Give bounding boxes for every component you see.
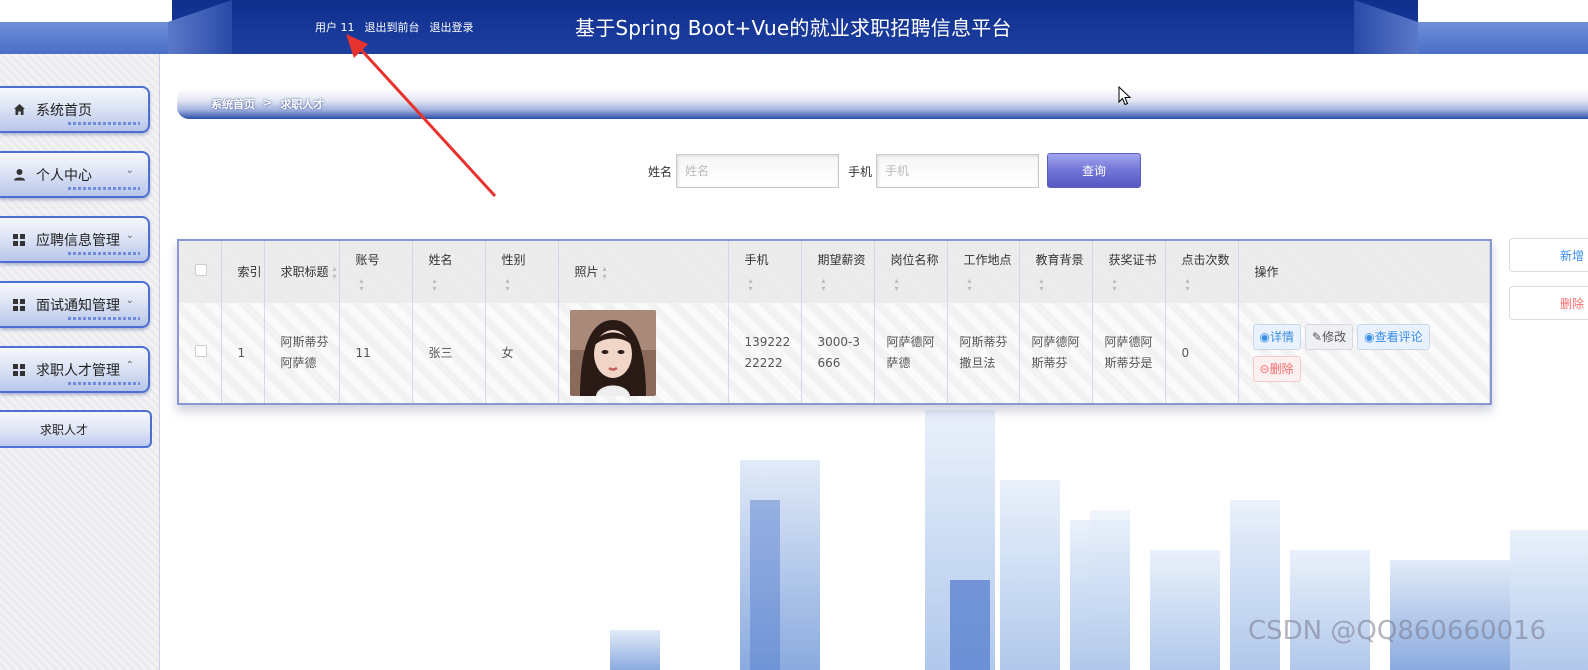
select-all-checkbox[interactable] [195,264,207,276]
cell-clicks: 0 [1165,303,1239,403]
breadcrumb: 系统首页 > 求职人才 [211,96,324,112]
sidebar-item-label: 系统首页 [36,102,92,119]
eye-icon: ◉ [1364,330,1375,344]
column-header-name[interactable]: 姓名 ▴ ▾ [412,241,486,303]
breadcrumb-separator: > [263,96,273,109]
grid-icon [12,363,26,377]
sidebar-item-home[interactable]: 系统首页 [0,86,150,133]
annotation-arrow-icon [346,34,497,198]
column-header-position[interactable]: 岗位名称▴ ▾ [874,241,948,303]
batch-delete-button[interactable]: 删除 [1509,286,1588,320]
mouse-cursor-icon [1118,86,1132,106]
sort-icon: ▴ ▾ [359,275,364,293]
row-checkbox[interactable] [195,344,207,357]
add-button[interactable]: 新增 [1509,238,1588,272]
cell-education: 阿萨德阿斯蒂芬 [1019,303,1093,403]
sidebar-item-label: 应聘信息管理 [36,232,120,249]
sidebar-subitem-talent[interactable]: 求职人才 [0,410,152,448]
column-header-photo[interactable]: 照片 ▴ ▾ [558,241,729,303]
app-title: 基于Spring Boot+Vue的就业求职招聘信息平台 [575,16,1012,40]
row-select-cell[interactable] [179,303,222,403]
detail-button[interactable]: ◉详情 [1252,324,1301,350]
sort-icon: ▴ ▾ [748,275,753,293]
person-icon [12,168,26,182]
pencil-icon: ✎ [1312,330,1323,344]
sort-icon: ▴ ▾ [894,275,899,293]
sort-icon: ▴ ▾ [1112,275,1117,293]
sidebar-item-talent-management[interactable]: 求职人才管理 ⌃ [0,346,150,393]
grid-icon [12,298,26,312]
cell-location: 阿斯蒂芬撒旦法 [947,303,1020,403]
table-row: 1 阿斯蒂芬阿萨德 11 张三 女 13922222222 3000-3666 … [179,303,1490,403]
column-header-clicks[interactable]: 点击次数▴ ▾ [1165,241,1239,303]
phone-search-input[interactable] [876,154,1039,188]
sidebar-item-label: 个人中心 [36,167,92,184]
cell-photo [558,303,729,403]
chevron-down-icon: ⌄ [125,230,134,241]
home-icon [12,103,26,117]
select-all-cell[interactable] [179,241,222,303]
row-delete-button[interactable]: ⊝删除 [1252,356,1301,382]
sort-icon: ▴ ▾ [1185,275,1190,293]
cell-phone: 13922222222 [728,303,802,403]
cell-actions: ◉详情 ✎修改 ◉查看评论 ⊝删除 [1238,303,1490,403]
talent-table: 索引 求职标题 ▴ ▾ 账号 ▴ ▾ 姓名 ▴ ▾ 性别 ▴ ▾ 照片 ▴ ▾ 手机 ▴ ▾ 期望薪资▴… [177,239,1492,405]
column-header-salary[interactable]: 期望薪资▴ ▾ [801,241,875,303]
name-search-label: 姓名 [648,165,673,179]
edit-button[interactable]: ✎修改 [1305,324,1354,350]
column-header-account[interactable]: 账号 ▴ ▾ [339,241,413,303]
column-header-education[interactable]: 教育背景▴ ▾ [1019,241,1093,303]
sort-icon: ▴ ▾ [432,275,437,293]
sidebar-item-interview-management[interactable]: 面试通知管理 ⌄ [0,281,150,328]
cell-salary: 3000-3666 [801,303,875,403]
table-header-row: 索引 求职标题 ▴ ▾ 账号 ▴ ▾ 姓名 ▴ ▾ 性别 ▴ ▾ 照片 ▴ ▾ 手机 ▴ ▾ 期望薪资▴… [179,241,1490,303]
column-header-actions: 操作 [1238,241,1490,303]
profile-photo [569,310,656,396]
minus-circle-icon: ⊝ [1259,362,1270,376]
sort-icon: ▴ ▾ [821,275,826,293]
sidebar-item-label: 面试通知管理 [36,297,120,314]
breadcrumb-home[interactable]: 系统首页 [211,96,255,112]
cell-name: 张三 [412,303,486,403]
sidebar-item-label: 求职人才管理 [36,362,120,379]
column-header-location[interactable]: 工作地点▴ ▾ [947,241,1020,303]
phone-search-label: 手机 [848,165,873,179]
cell-index: 1 [221,303,265,403]
grid-icon [12,233,26,247]
sort-icon: ▴ ▾ [505,275,510,293]
sort-icon: ▴ ▾ [967,275,972,293]
cell-awards: 阿萨德阿斯蒂芬是 [1092,303,1166,403]
name-search-input[interactable] [676,154,839,188]
column-header-phone[interactable]: 手机 ▴ ▾ [728,241,802,303]
cell-gender: 女 [485,303,559,403]
sort-icon: ▴ ▾ [332,263,337,281]
breadcrumb-current: 求职人才 [280,98,325,111]
cell-position: 阿萨德阿萨德 [874,303,948,403]
watermark: CSDN @QQ860660016 [1248,616,1547,646]
cell-account: 11 [339,303,413,403]
sort-icon: ▴ ▾ [602,263,607,281]
chevron-up-icon: ⌃ [125,360,134,371]
sidebar-subitem-label: 求职人才 [40,422,89,437]
column-header-title[interactable]: 求职标题 ▴ ▾ [264,241,340,303]
sidebar-item-personal-center[interactable]: 个人中心 ⌄ [0,151,150,198]
column-header-awards[interactable]: 获奖证书▴ ▾ [1092,241,1166,303]
cell-title: 阿斯蒂芬阿萨德 [264,303,340,403]
query-button[interactable]: 查询 [1047,153,1141,188]
view-comments-button[interactable]: ◉查看评论 [1357,324,1430,350]
sidebar-item-application-management[interactable]: 应聘信息管理 ⌄ [0,216,150,263]
sort-icon: ▴ ▾ [1039,275,1044,293]
chevron-down-icon: ⌄ [125,295,134,306]
column-header-gender[interactable]: 性别 ▴ ▾ [485,241,559,303]
chevron-down-icon: ⌄ [125,165,134,176]
eye-icon: ◉ [1259,330,1270,344]
column-header-index: 索引 [221,241,265,303]
